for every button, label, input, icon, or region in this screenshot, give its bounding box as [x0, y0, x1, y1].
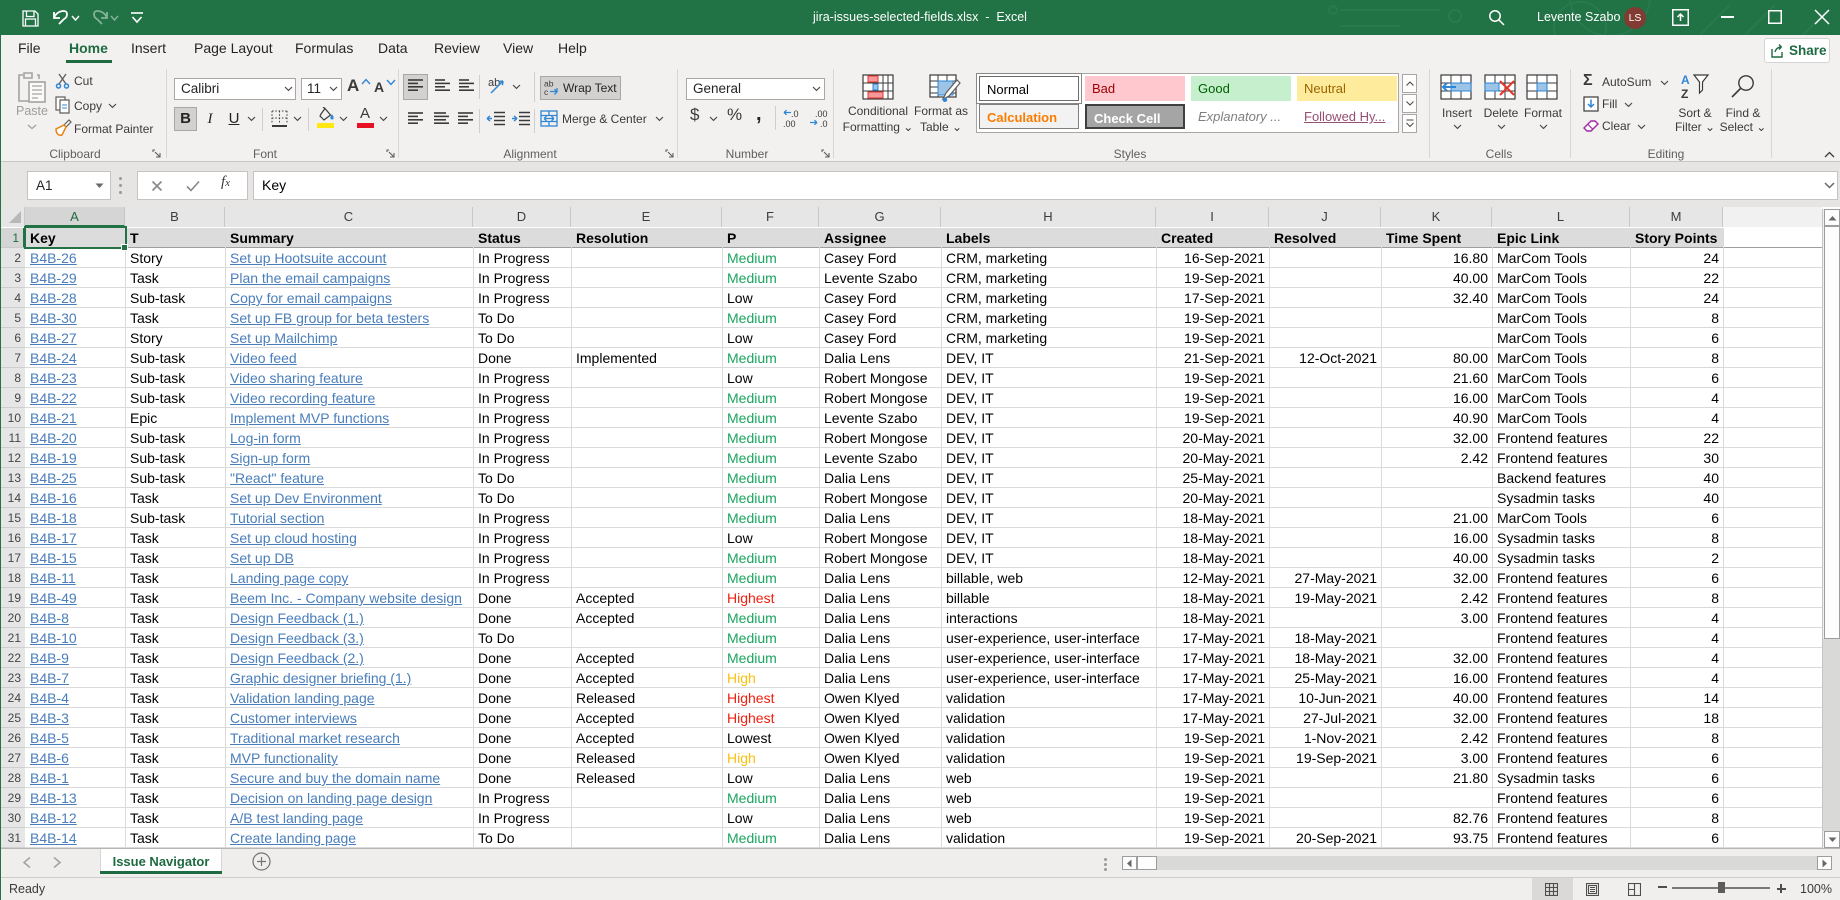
svg-text:A: A: [1681, 73, 1690, 87]
svg-text:ab: ab: [488, 77, 500, 89]
svg-text:.0: .0: [791, 109, 799, 119]
svg-text:.00: .00: [783, 119, 796, 128]
svg-text:.00: .00: [815, 109, 828, 119]
svg-text:Z: Z: [1681, 87, 1688, 101]
svg-text:.0: .0: [820, 119, 828, 128]
